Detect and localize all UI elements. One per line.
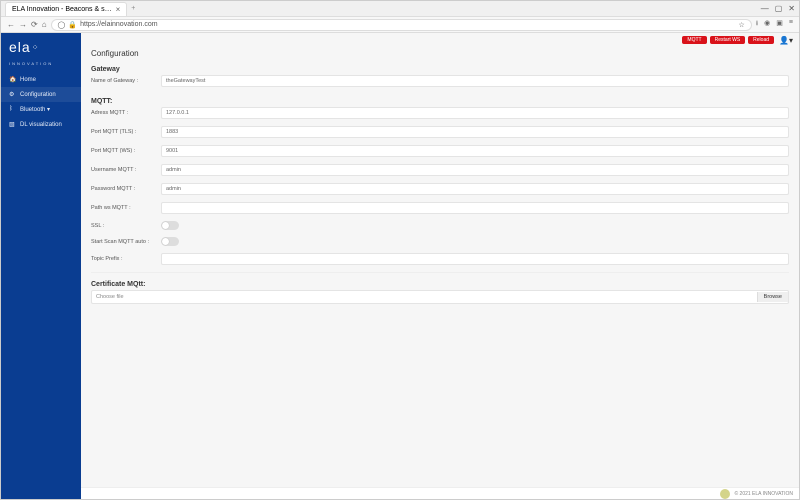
bookmark-icon[interactable]: ☆ (738, 21, 744, 29)
nav-home-icon[interactable]: ⌂ (42, 20, 47, 29)
gear-icon: ⚙ (9, 91, 16, 98)
url-field[interactable]: ◯ 🔒 https://elainnovation.com ☆ (51, 19, 752, 31)
file-placeholder: Choose file (92, 294, 757, 300)
label: SSL : (91, 223, 161, 229)
footer: © 2021 ELA INNOVATION (81, 487, 799, 499)
window-close-icon[interactable]: ✕ (788, 4, 795, 13)
section-certificate: Certificate MQtt: (91, 277, 789, 290)
certificate-file-input[interactable]: Choose file Browse (91, 290, 789, 304)
label: Port MQTT (WS) : (91, 148, 161, 154)
ssl-toggle[interactable] (161, 221, 179, 230)
label: Name of Gateway : (91, 78, 161, 84)
sidebar-item-dl-visualization[interactable]: ▧ DL visualization (1, 117, 81, 132)
logo-icon: ⁘ (32, 43, 40, 52)
section-gateway: Gateway (91, 62, 789, 75)
status-badge-icon (720, 489, 730, 499)
label: Password MQTT : (91, 186, 161, 192)
mqtt-port-ws-input[interactable] (161, 145, 789, 157)
content: Gateway Name of Gateway : MQTT: Adress M… (81, 62, 799, 487)
browse-button[interactable]: Browse (757, 292, 788, 302)
top-button-mqtt[interactable]: MQTT (682, 36, 706, 44)
sidebar-item-home[interactable]: 🏠 Home (1, 72, 81, 87)
shield-icon: ◯ (58, 21, 66, 29)
ext-icon[interactable]: ▣ (776, 19, 783, 30)
titlebar: ELA Innovation - Beacons & s… × + — ▢ ✕ (1, 1, 799, 17)
sidebar-item-bluetooth[interactable]: ᛒ Bluetooth ▾ (1, 102, 81, 117)
top-button-restart-ws[interactable]: Restart WS (710, 36, 746, 44)
toolbar-right: ⭳ ◉ ▣ ≡ (756, 19, 793, 30)
bluetooth-icon: ᛒ (9, 106, 16, 113)
mqtt-address-input[interactable] (161, 107, 789, 119)
label: Port MQTT (TLS) : (91, 129, 161, 135)
account-icon[interactable]: ◉ (764, 19, 770, 30)
sidebar-item-configuration[interactable]: ⚙ Configuration (1, 87, 81, 102)
mqtt-pathws-input[interactable] (161, 202, 789, 214)
mqtt-port-tls-input[interactable] (161, 126, 789, 138)
sidebar-item-label: Bluetooth ▾ (20, 106, 50, 113)
nav-reload-icon[interactable]: ⟳ (31, 20, 38, 29)
menu-icon[interactable]: ≡ (789, 19, 793, 30)
address-bar: ← → ⟳ ⌂ ◯ 🔒 https://elainnovation.com ☆ … (1, 17, 799, 33)
sidebar: ela⁘ INNOVATION 🏠 Home ⚙ Configuration ᛒ… (1, 33, 81, 499)
window-maximize-icon[interactable]: ▢ (775, 4, 783, 13)
tab-close-icon[interactable]: × (116, 5, 121, 14)
browser-window: ELA Innovation - Beacons & s… × + — ▢ ✕ … (0, 0, 800, 500)
user-icon[interactable]: 👤▾ (779, 36, 793, 45)
logo-subtext: INNOVATION (1, 61, 81, 72)
label: Path ws MQTT : (91, 205, 161, 211)
sidebar-item-label: Home (20, 77, 36, 83)
nav-back-icon[interactable]: ← (7, 20, 15, 29)
sidebar-item-label: Configuration (20, 92, 56, 98)
home-icon: 🏠 (9, 76, 16, 83)
main: MQTT Restart WS Reload 👤▾ Configuration … (81, 33, 799, 499)
label: Topic Prefix : (91, 256, 161, 262)
logo: ela⁘ (1, 37, 81, 63)
copyright: © 2021 ELA INNOVATION (734, 491, 793, 497)
topbar: MQTT Restart WS Reload 👤▾ (81, 33, 799, 47)
window-controls: — ▢ ✕ (761, 4, 795, 13)
lock-icon: 🔒 (68, 21, 77, 29)
section-mqtt: MQTT: (91, 94, 789, 107)
logo-text: ela (9, 39, 31, 55)
row-gateway-name: Name of Gateway : (91, 75, 789, 87)
mqtt-password-input[interactable] (161, 183, 789, 195)
url-text: https://elainnovation.com (80, 21, 157, 28)
page-title: Configuration (81, 47, 799, 62)
chart-icon: ▧ (9, 121, 16, 128)
nav-forward-icon[interactable]: → (19, 20, 27, 29)
label: Adress MQTT : (91, 110, 161, 116)
download-icon[interactable]: ⭳ (756, 19, 758, 30)
label: Start Scan MQTT auto : (91, 239, 161, 245)
separator (91, 272, 789, 273)
sidebar-item-label: DL visualization (20, 122, 62, 128)
label: Username MQTT : (91, 167, 161, 173)
mqtt-topic-prefix-input[interactable] (161, 253, 789, 265)
window-minimize-icon[interactable]: — (761, 4, 769, 13)
new-tab-icon[interactable]: + (131, 5, 135, 12)
autoscan-toggle[interactable] (161, 237, 179, 246)
app: ela⁘ INNOVATION 🏠 Home ⚙ Configuration ᛒ… (1, 33, 799, 499)
tab-title: ELA Innovation - Beacons & s… (12, 6, 112, 13)
gateway-name-input[interactable] (161, 75, 789, 87)
browser-tab[interactable]: ELA Innovation - Beacons & s… × (5, 2, 127, 16)
top-button-reload[interactable]: Reload (748, 36, 774, 44)
mqtt-username-input[interactable] (161, 164, 789, 176)
